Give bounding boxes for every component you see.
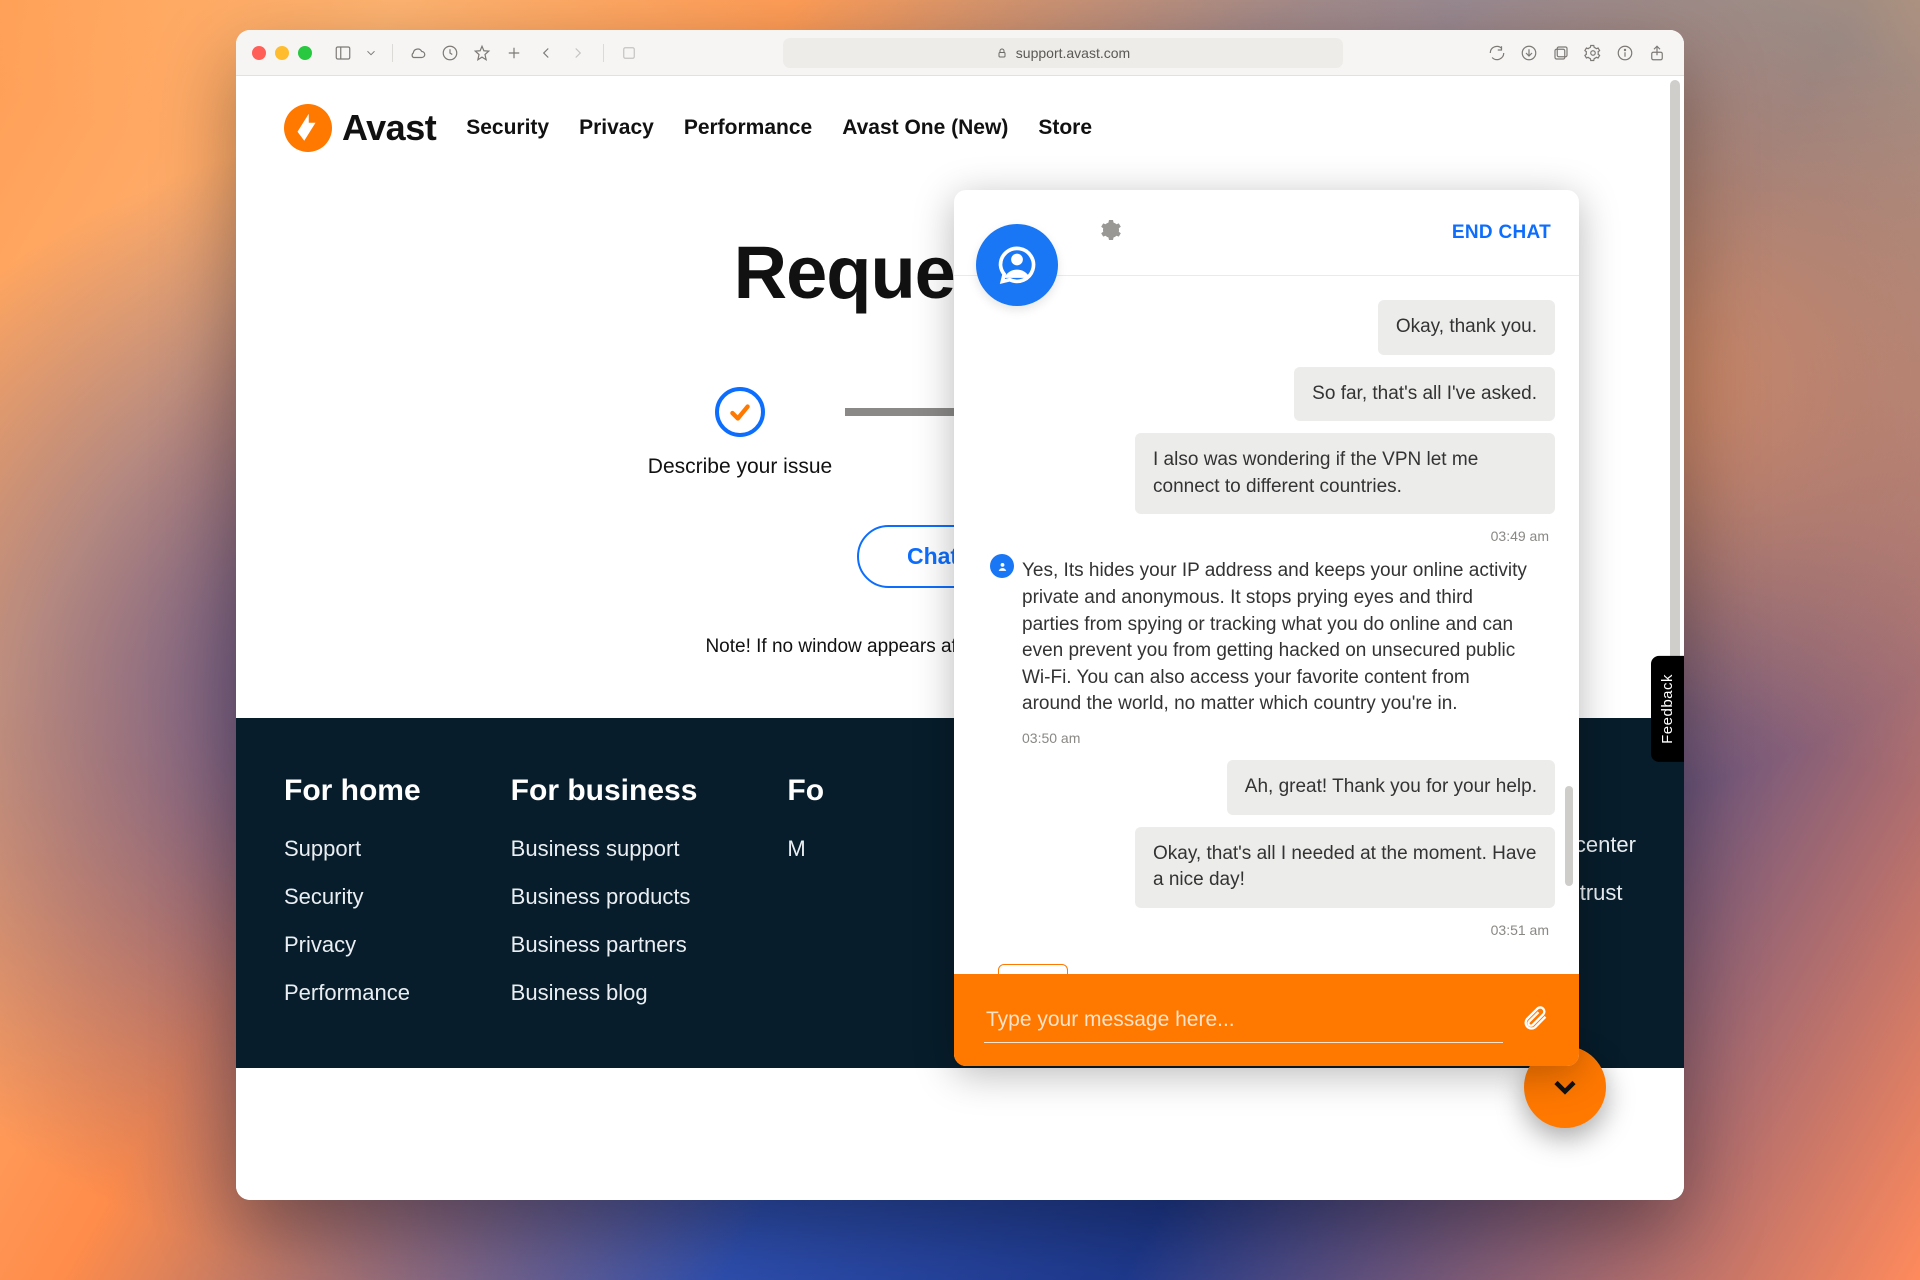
nav-security[interactable]: Security xyxy=(466,116,549,140)
footer-link-partners-m[interactable]: M xyxy=(787,836,824,862)
footer-home-title: For home xyxy=(284,774,421,808)
chat-widget: END CHAT Okay, thank you. So far, that's… xyxy=(954,190,1579,1066)
chat-scrollbar[interactable] xyxy=(1565,786,1573,886)
chat-message-user: Okay, that's all I needed at the moment.… xyxy=(1135,827,1555,908)
footer-link-security[interactable]: Security xyxy=(284,884,421,910)
tabs-icon[interactable] xyxy=(1550,42,1572,64)
chat-input-bar xyxy=(954,974,1579,1066)
nav-store[interactable]: Store xyxy=(1038,116,1092,140)
clock-icon[interactable] xyxy=(439,42,461,64)
maximize-window-button[interactable] xyxy=(298,46,312,60)
chat-message-user: I also was wondering if the VPN let me c… xyxy=(1135,433,1555,514)
back-button[interactable] xyxy=(535,42,557,64)
settings-icon[interactable] xyxy=(1582,42,1604,64)
window-controls xyxy=(252,46,312,60)
footer-link-support[interactable]: Support xyxy=(284,836,421,862)
info-icon[interactable] xyxy=(1614,42,1636,64)
step-1-label: Describe your issue xyxy=(648,453,832,481)
end-chat-button[interactable]: END CHAT xyxy=(1452,222,1551,244)
chat-message-text: Yes, Its hides your IP address and keeps… xyxy=(1022,560,1527,714)
page-scrollbar[interactable] xyxy=(1670,80,1680,720)
chat-message-user: So far, that's all I've asked. xyxy=(1294,367,1555,422)
address-text: support.avast.com xyxy=(1016,45,1130,61)
sidebar-chevron-icon[interactable] xyxy=(364,42,378,64)
footer-link-business-blog[interactable]: Business blog xyxy=(511,980,698,1006)
close-window-button[interactable] xyxy=(252,46,266,60)
footer-link-privacy[interactable]: Privacy xyxy=(284,932,421,958)
chat-timestamp: 03:49 am xyxy=(1491,528,1555,544)
chat-message-user: Ah, great! Thank you for your help. xyxy=(1227,760,1555,815)
agent-mini-avatar xyxy=(990,554,1014,578)
star-icon[interactable] xyxy=(471,42,493,64)
chat-timestamp: 03:50 am xyxy=(990,730,1555,746)
toolbar-separator xyxy=(603,44,604,62)
plus-icon[interactable] xyxy=(503,42,525,64)
footer-link-business-partners[interactable]: Business partners xyxy=(511,932,698,958)
sidebar-toggle-icon[interactable] xyxy=(332,42,354,64)
step-1-check-icon xyxy=(715,387,765,437)
cloud-icon[interactable] xyxy=(407,42,429,64)
page-content: Avast Security Privacy Performance Avast… xyxy=(236,76,1684,1200)
gear-icon xyxy=(1098,218,1122,242)
main-nav: Security Privacy Performance Avast One (… xyxy=(466,116,1092,140)
browser-window: support.avast.com Avast xyxy=(236,30,1684,1200)
avast-logo-icon xyxy=(284,104,332,152)
feedback-tab[interactable]: Feedback xyxy=(1651,656,1684,762)
feedback-label: Feedback xyxy=(1659,674,1676,744)
footer-business-title: For business xyxy=(511,774,698,808)
footer-link-business-support[interactable]: Business support xyxy=(511,836,698,862)
chat-message-input[interactable] xyxy=(984,998,1503,1043)
download-icon[interactable] xyxy=(1518,42,1540,64)
forward-button[interactable] xyxy=(567,42,589,64)
chevron-down-icon xyxy=(1547,1069,1583,1105)
nav-avast-one[interactable]: Avast One (New) xyxy=(842,116,1008,140)
footer-partners-title: Fo xyxy=(787,774,824,808)
browser-titlebar: support.avast.com xyxy=(236,30,1684,76)
chat-settings-button[interactable] xyxy=(1098,218,1122,247)
agent-typing-indicator xyxy=(998,964,1068,974)
brand-logo[interactable]: Avast xyxy=(284,104,436,152)
chat-attach-button[interactable] xyxy=(1521,1004,1549,1037)
footer-business-column: For business Business support Business p… xyxy=(511,774,698,1028)
chat-timestamp: 03:51 am xyxy=(1491,922,1555,938)
footer-link-performance[interactable]: Performance xyxy=(284,980,421,1006)
lock-icon xyxy=(996,47,1008,59)
toolbar-separator xyxy=(392,44,393,62)
nav-performance[interactable]: Performance xyxy=(684,116,812,140)
chat-body: Okay, thank you. So far, that's all I've… xyxy=(954,276,1579,974)
address-bar[interactable]: support.avast.com xyxy=(783,38,1343,68)
minimize-window-button[interactable] xyxy=(275,46,289,60)
step-1: Describe your issue xyxy=(635,387,845,481)
share-icon[interactable] xyxy=(1646,42,1668,64)
footer-home-column: For home Support Security Privacy Perfor… xyxy=(284,774,421,1028)
footer-partners-column: Fo M xyxy=(787,774,824,1028)
end-chat-label: END CHAT xyxy=(1452,222,1551,243)
chat-message-user: Okay, thank you. xyxy=(1378,300,1555,355)
nav-privacy[interactable]: Privacy xyxy=(579,116,654,140)
footer-link-business-products[interactable]: Business products xyxy=(511,884,698,910)
site-header: Avast Security Privacy Performance Avast… xyxy=(236,76,1684,170)
chat-header: END CHAT xyxy=(954,190,1579,276)
brand-name: Avast xyxy=(342,107,436,149)
reload-icon[interactable] xyxy=(1486,42,1508,64)
paperclip-icon xyxy=(1521,1004,1549,1032)
chat-message-agent: Yes, Its hides your IP address and keeps… xyxy=(990,558,1530,718)
reader-icon[interactable] xyxy=(618,42,640,64)
